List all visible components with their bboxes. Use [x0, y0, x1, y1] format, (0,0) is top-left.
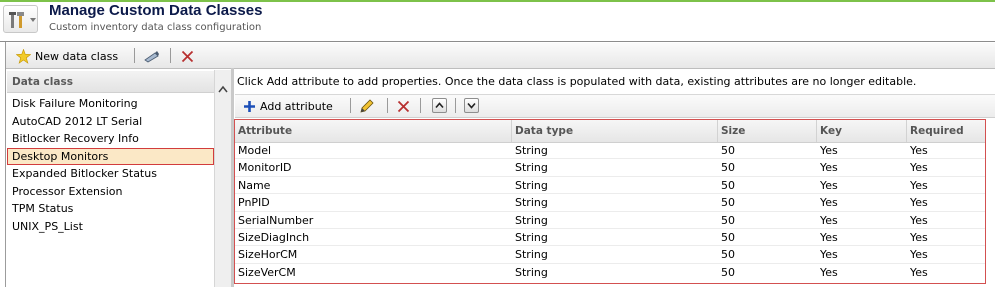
scroll-up-icon[interactable] [216, 82, 230, 98]
toolbar-separator [387, 98, 388, 113]
column-header-size[interactable]: Size [718, 120, 817, 142]
cell-required: Yes [910, 196, 928, 210]
chevron-up-icon [435, 102, 444, 109]
tools-menu-button[interactable] [3, 5, 38, 33]
cell-size: 50 [721, 213, 735, 227]
delete-icon [397, 100, 410, 112]
page-title: Manage Custom Data Classes [49, 2, 263, 19]
move-up-button[interactable] [432, 98, 447, 113]
cell-attribute: Name [238, 178, 271, 192]
table-row[interactable]: SizeDiagInch String 50 Yes Yes [235, 229, 985, 247]
cell-required: Yes [910, 231, 928, 244]
cell-attribute: MonitorID [238, 161, 292, 175]
cell-required: Yes [910, 161, 928, 175]
cell-key: Yes [820, 144, 838, 157]
cell-data-type: String [515, 196, 548, 210]
cell-data-type: String [515, 231, 548, 244]
cell-data-type: String [515, 178, 548, 192]
table-row[interactable]: PnPID String 50 Yes Yes [235, 194, 985, 212]
cell-attribute: SerialNumber [238, 213, 314, 227]
column-header-required[interactable]: Required [907, 120, 985, 142]
list-item[interactable]: Disk Failure Monitoring [7, 95, 214, 113]
cell-required: Yes [910, 248, 928, 262]
cell-data-type: String [515, 213, 548, 227]
add-attribute-button[interactable]: Add attribute [243, 97, 333, 115]
cell-size: 50 [721, 144, 735, 157]
chevron-down-icon [30, 18, 36, 22]
edit-icon [144, 51, 159, 63]
cell-size: 50 [721, 196, 735, 210]
scrollbar[interactable] [214, 70, 231, 287]
column-header-attribute[interactable]: Attribute [235, 120, 512, 142]
cell-data-type: String [515, 144, 548, 157]
instruction-text: Click Add attribute to add properties. O… [237, 75, 917, 88]
page-subtitle: Custom inventory data class configuratio… [49, 22, 262, 33]
cell-data-type: String [515, 161, 548, 175]
attribute-toolbar: Add attribute [235, 94, 995, 118]
cell-required: Yes [910, 178, 928, 192]
cell-key: Yes [820, 248, 838, 262]
new-data-class-label: New data class [35, 49, 119, 63]
chevron-down-icon [467, 102, 476, 109]
table-header: Attribute Data type Size Key Required [235, 120, 985, 143]
list-item[interactable]: TPM Status [7, 200, 214, 218]
column-header-key[interactable]: Key [817, 120, 907, 142]
move-down-button[interactable] [464, 98, 479, 113]
column-header-data-type[interactable]: Data type [512, 120, 718, 142]
cell-size: 50 [721, 248, 735, 262]
cell-attribute: SizeVerCM [238, 265, 296, 279]
cell-key: Yes [820, 196, 838, 210]
list-item[interactable]: Processor Extension [7, 183, 214, 201]
new-data-class-icon [16, 48, 31, 64]
delete-data-class-button[interactable] [181, 47, 194, 65]
list-item-selected[interactable]: Desktop Monitors [7, 147, 214, 165]
table-row[interactable]: Model String 50 Yes Yes [235, 142, 985, 160]
list-item[interactable]: AutoCAD 2012 LT Serial [7, 113, 214, 131]
cell-key: Yes [820, 161, 838, 175]
cell-size: 50 [721, 265, 735, 279]
toolbar-separator [420, 98, 421, 113]
cell-size: 50 [721, 178, 735, 192]
data-class-list: Disk Failure Monitoring AutoCAD 2012 LT … [7, 95, 214, 235]
cell-attribute: PnPID [238, 196, 270, 210]
list-item[interactable]: Bitlocker Recovery Info [7, 130, 214, 148]
cell-required: Yes [910, 144, 928, 157]
cell-required: Yes [910, 265, 928, 279]
list-item[interactable]: UNIX_PS_List [7, 218, 214, 236]
cell-attribute: SizeHorCM [238, 248, 298, 262]
edit-attribute-button[interactable] [359, 97, 375, 115]
data-class-column-header: Data class [7, 71, 214, 93]
cell-key: Yes [820, 265, 838, 279]
cell-attribute: Model [238, 144, 272, 157]
cell-key: Yes [820, 231, 838, 244]
cell-size: 50 [721, 231, 735, 244]
table-row[interactable]: SizeHorCM String 50 Yes Yes [235, 246, 985, 264]
cell-key: Yes [820, 213, 838, 227]
main-toolbar: New data class [6, 43, 995, 69]
toolbar-separator [350, 98, 351, 113]
delete-attribute-button[interactable] [397, 97, 410, 115]
toolbar-separator [170, 48, 171, 63]
attribute-table: Attribute Data type Size Key Required Mo… [234, 119, 986, 284]
cell-attribute: SizeDiagInch [238, 231, 310, 244]
pencil-icon [360, 99, 374, 113]
edit-data-class-button[interactable] [144, 47, 160, 65]
tools-icon [9, 12, 24, 28]
cell-data-type: String [515, 248, 548, 262]
list-item[interactable]: Expanded Bitlocker Status [7, 165, 214, 183]
plus-icon [244, 100, 255, 112]
delete-icon [181, 50, 194, 62]
table-row[interactable]: MonitorID String 50 Yes Yes [235, 159, 985, 177]
toolbar-separator [455, 98, 456, 113]
table-row[interactable]: Name String 50 Yes Yes [235, 177, 985, 195]
add-attribute-label: Add attribute [260, 99, 333, 113]
new-data-class-button[interactable]: New data class [16, 47, 118, 65]
cell-key: Yes [820, 178, 838, 192]
table-row[interactable]: SerialNumber String 50 Yes Yes [235, 212, 985, 229]
cell-required: Yes [910, 213, 928, 227]
cell-data-type: String [515, 265, 548, 279]
table-row[interactable]: SizeVerCM String 50 Yes Yes [235, 264, 985, 281]
toolbar-separator [134, 48, 135, 63]
cell-size: 50 [721, 161, 735, 175]
